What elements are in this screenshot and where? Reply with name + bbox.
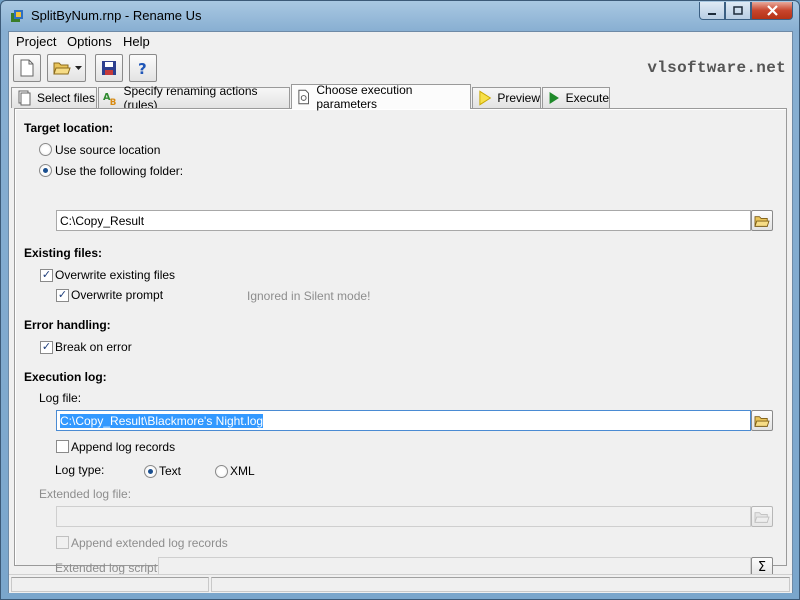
use-following-folder-label[interactable]: Use the following folder:: [55, 164, 183, 178]
preview-icon: [479, 90, 492, 106]
tab-label: Preview: [497, 91, 540, 105]
browse-extended-log-button[interactable]: [751, 506, 773, 527]
vlsoftware-brand: vlsoftware.net: [647, 59, 786, 77]
append-log-records-label[interactable]: Append log records: [71, 440, 175, 454]
status-pane-left: [11, 577, 209, 592]
files-icon: [18, 90, 31, 106]
open-folder-icon: [754, 215, 770, 227]
open-folder-icon: [754, 415, 770, 427]
tab-execution-parameters[interactable]: Choose execution parameters: [291, 83, 471, 111]
help-button[interactable]: ?: [129, 54, 157, 82]
tab-select-files[interactable]: Select files: [11, 87, 97, 108]
log-type-xml-radio[interactable]: [215, 465, 228, 478]
client-area: Project Options Help ? vlsoftware.net Se…: [8, 31, 793, 593]
svg-text:B: B: [110, 98, 117, 106]
sigma-icon: Σ: [757, 560, 767, 575]
new-file-icon: [20, 59, 34, 77]
rename-us-app-icon: [11, 10, 23, 22]
tab-label: Execute: [565, 91, 609, 105]
tab-label: Select files: [37, 91, 96, 105]
execution-parameters-page: Target location: Use source location Use…: [14, 108, 787, 578]
overwrite-existing-checkbox[interactable]: ✓: [40, 269, 53, 282]
tab-execute[interactable]: Execute: [542, 87, 610, 108]
log-file-input[interactable]: C:\Copy_Result\Blackmore's Night.log: [56, 410, 751, 431]
break-on-error-checkbox[interactable]: ✓: [40, 341, 53, 354]
new-project-button[interactable]: [13, 54, 41, 82]
menu-project[interactable]: Project: [16, 34, 56, 49]
open-folder-icon: [754, 511, 770, 523]
tab-renaming-rules[interactable]: AB Specify renaming actions (rules): [98, 84, 290, 112]
log-file-label: Log file:: [39, 391, 82, 405]
use-following-folder-radio[interactable]: [39, 164, 52, 177]
save-disk-icon: [102, 61, 116, 75]
target-folder-value: C:\Copy_Result: [60, 214, 145, 228]
overwrite-prompt-label[interactable]: Overwrite prompt: [71, 288, 163, 302]
overwrite-existing-label[interactable]: Overwrite existing files: [55, 268, 175, 282]
execution-log-heading: Execution log:: [24, 370, 107, 384]
dropdown-arrow-icon[interactable]: [75, 65, 82, 71]
minimize-icon: [708, 12, 716, 15]
menu-bar: Project Options Help: [9, 32, 792, 52]
status-bar: [9, 574, 792, 593]
tab-strip: Select files AB Specify renaming actions…: [11, 83, 791, 112]
extended-log-file-label: Extended log file:: [39, 487, 132, 501]
window-title: SplitByNum.rnp - Rename Us: [31, 8, 202, 23]
use-source-location-radio[interactable]: [39, 143, 52, 156]
toolbar: ? vlsoftware.net: [9, 52, 792, 84]
minimize-button[interactable]: [699, 2, 725, 20]
target-location-heading: Target location:: [24, 121, 114, 135]
app-window: SplitByNum.rnp - Rename Us Project Optio…: [0, 0, 800, 600]
maximize-button[interactable]: [725, 2, 751, 20]
svg-text:?: ?: [138, 60, 147, 76]
play-icon: [549, 92, 559, 104]
log-type-label: Log type:: [55, 463, 105, 477]
maximize-icon: [733, 5, 743, 15]
parameters-icon: [298, 89, 309, 105]
save-project-button[interactable]: [95, 54, 123, 82]
tab-label: Choose execution parameters: [316, 83, 413, 111]
browse-log-file-button[interactable]: [751, 410, 773, 431]
append-extended-log-checkbox[interactable]: [56, 536, 69, 549]
log-type-text-label[interactable]: Text: [159, 464, 181, 478]
question-mark-icon: ?: [138, 60, 147, 76]
open-project-button[interactable]: [47, 54, 86, 82]
append-log-records-checkbox[interactable]: [56, 440, 69, 453]
title-bar[interactable]: SplitByNum.rnp - Rename Us: [1, 1, 799, 31]
log-type-xml-label[interactable]: XML: [230, 464, 255, 478]
error-handling-heading: Error handling:: [24, 318, 111, 332]
overwrite-prompt-checkbox[interactable]: ✓: [56, 289, 69, 302]
extended-log-file-input[interactable]: [56, 506, 751, 527]
close-button[interactable]: [751, 2, 793, 20]
silent-mode-note: Ignored in Silent mode!: [247, 289, 371, 303]
log-file-value: C:\Copy_Result\Blackmore's Night.log: [60, 414, 264, 428]
open-folder-icon: [53, 62, 71, 75]
status-pane-right: [211, 577, 790, 592]
tab-preview[interactable]: Preview: [472, 87, 541, 108]
menu-help[interactable]: Help: [123, 34, 150, 49]
browse-target-folder-button[interactable]: [751, 210, 773, 231]
target-folder-input[interactable]: C:\Copy_Result: [56, 210, 751, 231]
break-on-error-label[interactable]: Break on error: [55, 340, 132, 354]
menu-options[interactable]: Options: [67, 34, 112, 49]
close-icon: [766, 5, 778, 16]
existing-files-heading: Existing files:: [24, 246, 103, 260]
log-type-text-radio[interactable]: [144, 465, 157, 478]
append-extended-log-label[interactable]: Append extended log records: [71, 536, 228, 550]
rules-icon: AB: [103, 92, 117, 106]
extended-log-script-label: Extended log script:: [55, 561, 161, 575]
use-source-location-label[interactable]: Use source location: [55, 143, 160, 157]
